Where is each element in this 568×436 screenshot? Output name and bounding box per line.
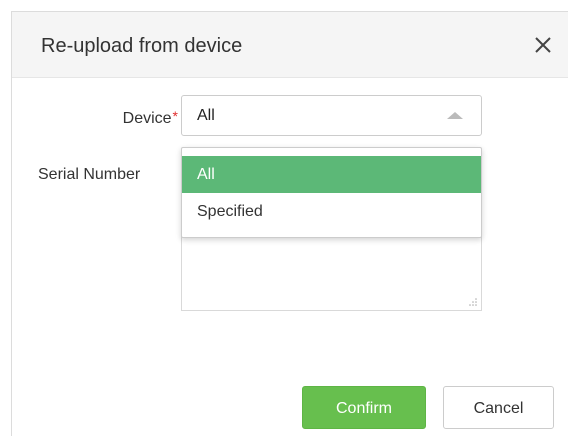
cancel-button[interactable]: Cancel xyxy=(443,386,554,429)
serial-number-label: Serial Number xyxy=(38,166,141,183)
close-icon[interactable] xyxy=(531,33,555,57)
device-dropdown-menu: All Specified xyxy=(181,147,482,238)
device-label: Device* xyxy=(32,108,178,129)
caret-up-icon xyxy=(447,112,463,119)
serial-number-textarea[interactable] xyxy=(181,232,482,311)
device-label-text: Device xyxy=(122,110,172,127)
dialog-title: Re-upload from device xyxy=(41,35,243,57)
dropdown-option-specified[interactable]: Specified xyxy=(182,193,481,230)
device-select[interactable]: All xyxy=(181,95,482,136)
re-upload-dialog: Re-upload from device Device* All Serial… xyxy=(11,11,568,436)
required-mark: * xyxy=(172,108,178,124)
dialog-header: Re-upload from device xyxy=(12,12,568,78)
confirm-button[interactable]: Confirm xyxy=(302,386,426,429)
device-select-value: All xyxy=(197,107,215,124)
dropdown-option-all[interactable]: All xyxy=(182,156,481,193)
resize-grip-icon[interactable] xyxy=(469,298,477,306)
